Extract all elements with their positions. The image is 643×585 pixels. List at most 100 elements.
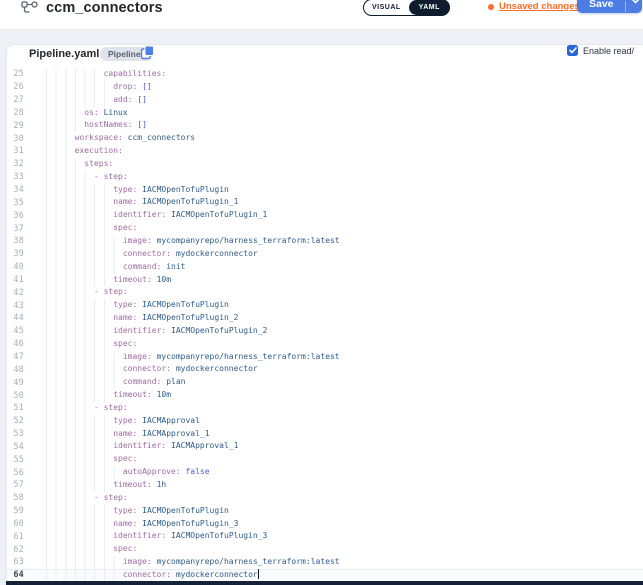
code-text[interactable]: execution:	[24, 145, 643, 158]
code-lines[interactable]: 25 capabilities:26 drop: []27 add: []28 …	[7, 68, 643, 582]
code-line[interactable]: 50 timeout: 10m	[7, 389, 643, 402]
code-text[interactable]: type: IACMApproval	[24, 415, 643, 428]
code-text[interactable]: identifier: IACMOpenTofuPlugin_3	[24, 530, 643, 543]
code-text[interactable]: - step:	[24, 402, 643, 415]
code-line[interactable]: 54 identifier: IACMApproval_1	[7, 440, 643, 453]
line-number: 52	[7, 416, 24, 426]
code-text[interactable]: identifier: IACMApproval_1	[24, 440, 643, 453]
code-line[interactable]: 43 type: IACMOpenTofuPlugin	[7, 299, 643, 312]
code-text[interactable]: name: IACMApproval_1	[24, 428, 643, 441]
code-line[interactable]: 56 autoApprove: false	[7, 466, 643, 479]
code-text[interactable]: spec:	[24, 222, 643, 235]
code-line[interactable]: 44 name: IACMOpenTofuPlugin_2	[7, 312, 643, 325]
code-text[interactable]: hostNames: []	[24, 119, 643, 132]
code-line[interactable]: 29 hostNames: []	[7, 119, 643, 132]
code-line[interactable]: 60 name: IACMOpenTofuPlugin_3	[7, 518, 643, 531]
chevron-down-icon[interactable]	[631, 0, 640, 9]
code-line[interactable]: 53 name: IACMApproval_1	[7, 428, 643, 441]
code-line[interactable]: 45 identifier: IACMOpenTofuPlugin_2	[7, 325, 643, 338]
code-line[interactable]: 51 - step:	[7, 402, 643, 415]
code-text[interactable]: drop: []	[24, 81, 643, 94]
save-button[interactable]: Save	[577, 0, 642, 13]
save-button-divider	[625, 1, 626, 12]
code-text[interactable]: connector: mydockerconnector	[24, 363, 643, 376]
copy-icon[interactable]	[140, 45, 155, 65]
code-text[interactable]: type: IACMOpenTofuPlugin	[24, 505, 643, 518]
code-line[interactable]: 64 connector: mydockerconnector	[7, 569, 643, 582]
line-number: 55	[7, 455, 24, 465]
code-text[interactable]: timeout: 1h	[24, 479, 643, 492]
code-text[interactable]: connector: mydockerconnector	[24, 248, 643, 261]
code-text[interactable]: add: []	[24, 94, 643, 107]
code-text[interactable]: steps:	[24, 158, 643, 171]
code-text[interactable]: os: Linux	[24, 107, 643, 120]
indent-guides	[46, 543, 112, 556]
code-line[interactable]: 61 identifier: IACMOpenTofuPlugin_3	[7, 530, 643, 543]
code-line[interactable]: 41 timeout: 10m	[7, 274, 643, 287]
code-line[interactable]: 30 workspace: ccm_connectors	[7, 132, 643, 145]
code-text[interactable]: capabilities:	[24, 68, 643, 81]
line-number: 64	[7, 570, 24, 580]
code-text[interactable]: image: mycompanyrepo/harness_terraform:l…	[24, 556, 643, 569]
indent-guides	[46, 171, 93, 184]
code-line[interactable]: 49 command: plan	[7, 376, 643, 389]
code-line[interactable]: 38 image: mycompanyrepo/harness_terrafor…	[7, 235, 643, 248]
indent-guides	[46, 453, 112, 466]
code-text[interactable]: connector: mydockerconnector	[24, 569, 643, 582]
code-line[interactable]: 33 - step:	[7, 171, 643, 184]
code-text[interactable]: command: plan	[24, 376, 643, 389]
code-line[interactable]: 42 - step:	[7, 286, 643, 299]
code-text[interactable]: autoApprove: false	[24, 466, 643, 479]
code-text[interactable]: type: IACMOpenTofuPlugin	[24, 184, 643, 197]
code-line[interactable]: 63 image: mycompanyrepo/harness_terrafor…	[7, 556, 643, 569]
code-text[interactable]: type: IACMOpenTofuPlugin	[24, 299, 643, 312]
line-number: 47	[7, 352, 24, 362]
code-text[interactable]: name: IACMOpenTofuPlugin_3	[24, 518, 643, 531]
code-line[interactable]: 26 drop: []	[7, 81, 643, 94]
code-line[interactable]: 31 execution:	[7, 145, 643, 158]
enable-edit-control: Enable read/	[567, 45, 634, 56]
code-line[interactable]: 28 os: Linux	[7, 107, 643, 120]
code-text[interactable]: image: mycompanyrepo/harness_terraform:l…	[24, 351, 643, 364]
code-line[interactable]: 59 type: IACMOpenTofuPlugin	[7, 505, 643, 518]
code-line[interactable]: 58 - step:	[7, 492, 643, 505]
indent-guides	[46, 376, 122, 389]
code-text[interactable]: workspace: ccm_connectors	[24, 132, 643, 145]
enable-edit-checkbox[interactable]	[567, 45, 578, 56]
toggle-yaml[interactable]: YAML	[409, 0, 450, 15]
code-text[interactable]: name: IACMOpenTofuPlugin_2	[24, 312, 643, 325]
code-text[interactable]: spec:	[24, 453, 643, 466]
code-line[interactable]: 34 type: IACMOpenTofuPlugin	[7, 184, 643, 197]
code-line[interactable]: 35 name: IACMOpenTofuPlugin_1	[7, 196, 643, 209]
code-text[interactable]: - step:	[24, 171, 643, 184]
code-text[interactable]: command: init	[24, 261, 643, 274]
line-number: 42	[7, 288, 24, 298]
code-line[interactable]: 62 spec:	[7, 543, 643, 556]
code-line[interactable]: 55 spec:	[7, 453, 643, 466]
code-text[interactable]: timeout: 10m	[24, 389, 643, 402]
code-text[interactable]: - step:	[24, 492, 643, 505]
code-line[interactable]: 36 identifier: IACMOpenTofuPlugin_1	[7, 209, 643, 222]
unsaved-changes-link[interactable]: Unsaved changes	[488, 1, 580, 12]
code-line[interactable]: 52 type: IACMApproval	[7, 415, 643, 428]
code-line[interactable]: 37 spec:	[7, 222, 643, 235]
code-line[interactable]: 27 add: []	[7, 94, 643, 107]
code-line[interactable]: 25 capabilities:	[7, 68, 643, 81]
code-line[interactable]: 48 connector: mydockerconnector	[7, 363, 643, 376]
code-text[interactable]: - step:	[24, 286, 643, 299]
code-line[interactable]: 32 steps:	[7, 158, 643, 171]
code-line[interactable]: 40 command: init	[7, 261, 643, 274]
code-text[interactable]: identifier: IACMOpenTofuPlugin_1	[24, 209, 643, 222]
code-text[interactable]: image: mycompanyrepo/harness_terraform:l…	[24, 235, 643, 248]
code-line[interactable]: 47 image: mycompanyrepo/harness_terrafor…	[7, 351, 643, 364]
code-text[interactable]: timeout: 10m	[24, 274, 643, 287]
code-text[interactable]: name: IACMOpenTofuPlugin_1	[24, 196, 643, 209]
code-text[interactable]: spec:	[24, 543, 643, 556]
code-line[interactable]: 46 spec:	[7, 338, 643, 351]
code-line[interactable]: 39 connector: mydockerconnector	[7, 248, 643, 261]
toggle-visual[interactable]: VISUAL	[364, 0, 409, 15]
code-text[interactable]: spec:	[24, 338, 643, 351]
line-number: 56	[7, 468, 24, 478]
code-text[interactable]: identifier: IACMOpenTofuPlugin_2	[24, 325, 643, 338]
code-line[interactable]: 57 timeout: 1h	[7, 479, 643, 492]
